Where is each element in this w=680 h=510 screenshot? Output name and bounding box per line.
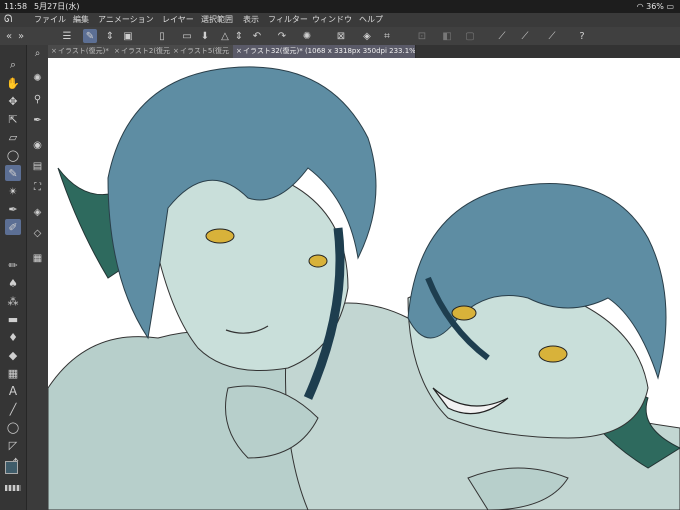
brush-preset-icon[interactable]: ✺ — [30, 71, 45, 86]
tab-label: イラスト2(復元 — [121, 47, 171, 55]
clear-layer-icon[interactable]: ⊠ — [334, 29, 348, 43]
loading-spinner-icon[interactable]: ✺ — [300, 29, 314, 43]
status-date: 5月27日(水) — [34, 2, 80, 11]
menu-help[interactable]: ヘルプ — [359, 13, 383, 27]
color-circle-icon[interactable]: ◉ — [30, 138, 45, 153]
expand-icon[interactable]: » — [14, 29, 28, 43]
layers-icon[interactable]: ◇ — [30, 226, 45, 241]
export-icon[interactable]: △ — [218, 29, 232, 43]
blend-icon[interactable]: ♦ — [5, 329, 21, 345]
brush-tool-icon[interactable]: ♠ — [5, 275, 21, 291]
undo-icon[interactable]: ↶ — [250, 29, 264, 43]
toggle-arrows-icon[interactable]: ⇕ — [103, 29, 117, 43]
hamburger-menu-icon[interactable]: ☰ — [60, 29, 74, 43]
navigator-icon[interactable]: ⛶ — [30, 180, 45, 195]
selection-square-icon[interactable]: ▢ — [463, 29, 477, 43]
selection-pen-icon[interactable]: ✎ — [5, 165, 21, 181]
tool-palette: ⌕ ✋ ✥ ⇱ ▱ ◯ ✎ ✴ ✒ ✐ ✏ ♠ ⁂ ▬ ♦ ◆ ▦ A ╱ ◯ … — [0, 45, 27, 510]
tab-close-icon[interactable]: × — [173, 45, 179, 58]
open-folder-icon[interactable]: ▭ — [180, 29, 194, 43]
airbrush-icon[interactable]: ⁂ — [5, 293, 21, 309]
pen-preset-icon[interactable]: ✒ — [30, 113, 45, 128]
menu-view[interactable]: 表示 — [243, 13, 259, 27]
help-icon[interactable]: ? — [575, 29, 589, 43]
deselect-icon[interactable]: ⊡ — [415, 29, 429, 43]
menu-window[interactable]: ウィンドウ — [312, 13, 352, 27]
app-logo-icon[interactable]: ᘏ — [4, 13, 12, 27]
tab-close-icon[interactable]: × — [51, 45, 57, 58]
zoom-icon[interactable]: ⌕ — [5, 57, 21, 73]
object-select-icon[interactable]: ⇱ — [5, 111, 21, 127]
document-tab-bar: × イラスト(復元)* × イラスト2(復元 × イラスト5(復元 × イラスト32(復… — [48, 45, 680, 58]
fill-icon[interactable]: ◈ — [360, 29, 374, 43]
fill-bucket-icon[interactable]: ◆ — [5, 347, 21, 363]
command-toolbar: « » ☰ ✎ ⇕ ▣ ▯ ▭ ⬇ △ ⇕ ↶ ↷ ✺ ⊠ ◈ ⌗ ⊡ ◧ ▢ … — [0, 27, 680, 46]
new-file-icon[interactable]: ▯ — [155, 29, 169, 43]
save-icon[interactable]: ⬇ — [198, 29, 212, 43]
tool-property-icon[interactable]: ✎ — [83, 29, 97, 43]
menu-layer[interactable]: レイヤー — [162, 13, 194, 27]
figure-icon[interactable]: ╱ — [5, 401, 21, 417]
pen-line-icon[interactable]: ⟋ — [545, 29, 559, 43]
wifi-icon: ◠ — [636, 2, 644, 11]
move-icon[interactable]: ✥ — [5, 93, 21, 109]
pen-icon[interactable]: ✐ — [5, 219, 21, 235]
material-icon[interactable]: ▦ — [30, 251, 45, 266]
crop-icon[interactable]: ⌗ — [380, 29, 394, 43]
tab-label: イラスト5(復元 — [180, 47, 230, 55]
status-battery: ◠ 36% ▭ — [637, 0, 674, 13]
tab-close-icon[interactable]: × — [236, 45, 242, 58]
eraser-icon[interactable]: ▱ — [5, 129, 21, 145]
layer-property-icon[interactable]: ◈ — [30, 205, 45, 220]
main-color-swatch[interactable] — [5, 461, 18, 474]
artwork-illustration — [48, 66, 680, 510]
hand-icon[interactable]: ✋ — [5, 75, 21, 91]
transparent-color-swatch[interactable] — [5, 485, 21, 491]
pencil-icon[interactable]: ✏ — [5, 257, 21, 273]
tab-close-icon[interactable]: × — [114, 45, 120, 58]
balloon-icon[interactable]: ◯ — [5, 419, 21, 435]
menu-animation[interactable]: アニメーション — [98, 13, 154, 27]
menu-edit[interactable]: 編集 — [73, 13, 89, 27]
battery-icon: ▭ — [666, 2, 674, 11]
drawing-canvas[interactable] — [48, 58, 680, 510]
decoration-icon[interactable]: ▬ — [5, 311, 21, 327]
menu-bar: ᘏ ファイル 編集 アニメーション レイヤー 選択範囲 表示 フィルター ウィン… — [0, 13, 680, 27]
magic-wand-icon[interactable]: ✴ — [5, 183, 21, 199]
menu-filter[interactable]: フィルター — [268, 13, 308, 27]
eyedropper-icon[interactable]: ✒ — [5, 201, 21, 217]
gradient-icon[interactable]: ▦ — [5, 365, 21, 381]
search-icon[interactable]: ⌕ — [30, 46, 45, 61]
redo-icon[interactable]: ↷ — [275, 29, 289, 43]
lasso-icon[interactable]: ◯ — [5, 147, 21, 163]
menu-file[interactable]: ファイル — [34, 13, 66, 27]
menu-selection[interactable]: 選択範囲 — [201, 13, 233, 27]
ios-status-bar: 11:58 5月27日(水) ◠ 36% ▭ — [0, 0, 680, 13]
tab-document-active[interactable]: × イラスト32(復元)* (1068 x 3318px 350dpi 233.1… — [233, 45, 416, 58]
ruler-pen-icon[interactable]: ⟋ — [495, 29, 509, 43]
invert-selection-icon[interactable]: ◧ — [440, 29, 454, 43]
text-icon[interactable]: A — [5, 383, 21, 399]
sub-tool-palette: ⌕ ✺ ⚲ ✒ ◉ ▤ ⛶ ◈ ◇ ▦ — [27, 45, 48, 510]
color-set-icon[interactable]: ▤ — [30, 159, 45, 174]
tab-label: イラスト(復元)* — [58, 47, 109, 55]
battery-percent: 36% — [646, 2, 664, 11]
layer-view-icon[interactable]: ▣ — [121, 29, 135, 43]
export-arrows-icon[interactable]: ⇕ — [232, 29, 246, 43]
brush-icon[interactable]: ⟋ — [518, 29, 532, 43]
ink-preset-icon[interactable]: ⚲ — [30, 92, 45, 107]
tab-label: イラスト32(復元)* (1068 x 3318px 350dpi 233.1%… — [243, 47, 416, 55]
frame-icon[interactable]: ◸ — [5, 437, 21, 453]
status-time: 11:58 — [4, 2, 28, 11]
